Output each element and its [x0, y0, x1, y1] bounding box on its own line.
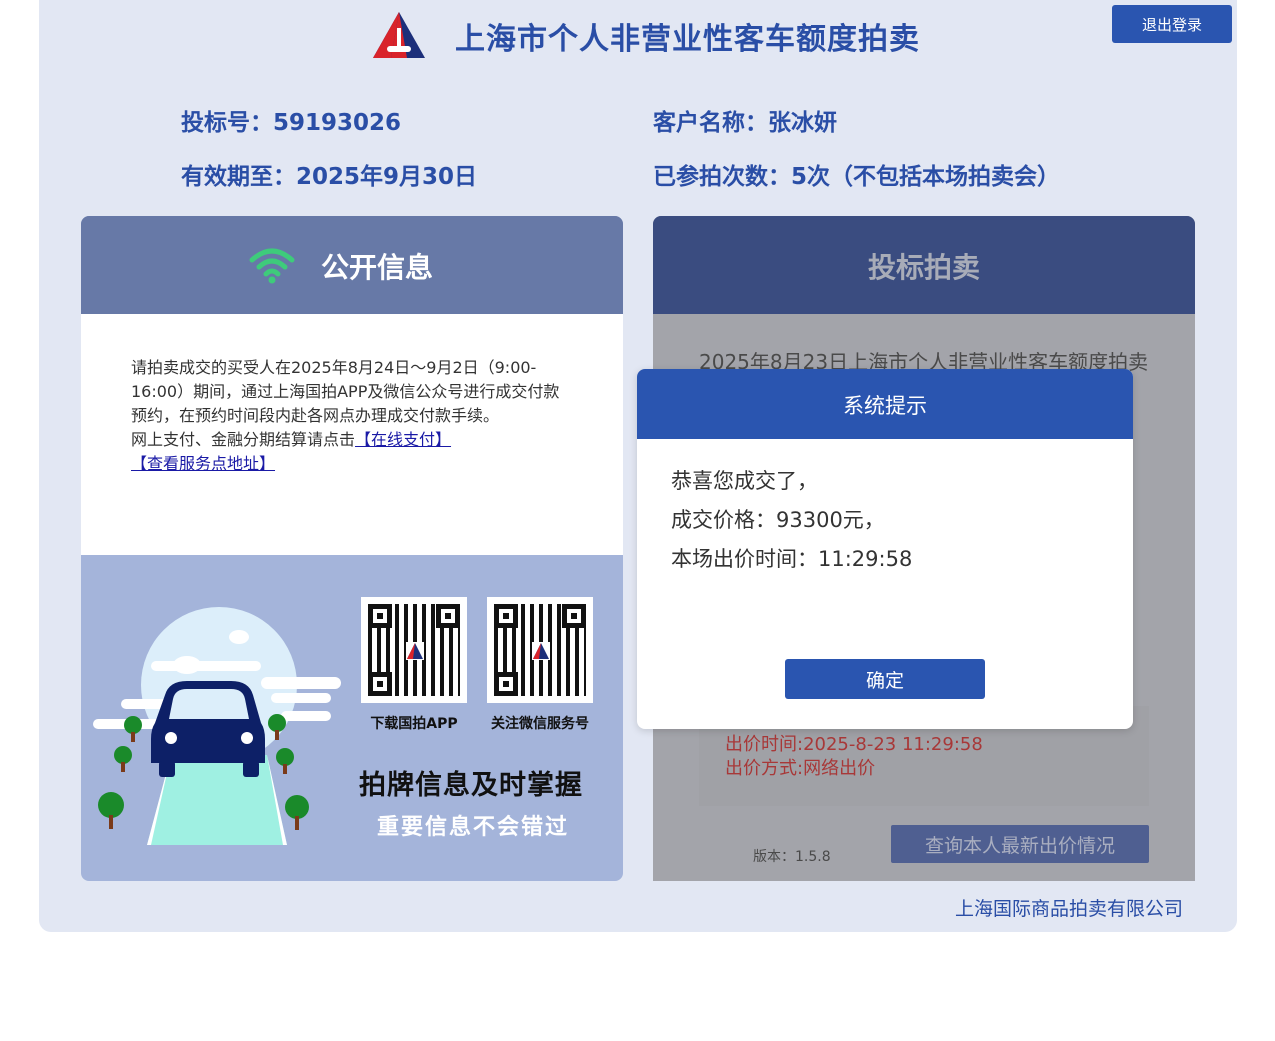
qr-code-icon [494, 604, 586, 696]
notice-text: 请拍卖成交的买受人在2025年8月24日～9月2日（9:00-16:00）期间，… [131, 356, 571, 476]
valid-until-info: 有效期至：2025年9月30日 [181, 157, 477, 191]
logout-button[interactable]: 退出登录 [1112, 5, 1232, 43]
promo-headline: 拍牌信息及时掌握 [359, 770, 583, 801]
public-info-title: 公开信息 [321, 251, 434, 284]
company-name: 上海国际商品拍卖有限公司 [955, 898, 1184, 920]
dialog-title: 系统提示 [843, 394, 927, 418]
page-title: 上海市个人非营业性客车额度拍卖 [455, 22, 920, 57]
bid-time: 出价时间:2025-8-23 11:29:58 [725, 734, 983, 755]
valid-until-value: 2025年9月30日 [296, 164, 478, 190]
online-pay-link[interactable]: 【在线支付】 [355, 430, 451, 449]
app-download-qr[interactable] [361, 597, 467, 703]
bidding-title: 投标拍卖 [867, 251, 980, 284]
customer-label: 客户名称： [653, 110, 768, 136]
public-info-header: 公开信息 [81, 216, 623, 314]
notice-paragraph: 请拍卖成交的买受人在2025年8月24日～9月2日（9:00-16:00）期间，… [131, 358, 560, 425]
confirm-button[interactable]: 确定 [785, 659, 985, 699]
dialog-message-congrats: 恭喜您成交了， [671, 469, 818, 493]
promo-subline: 重要信息不会错过 [377, 815, 570, 840]
participations-label: 已参拍次数： [653, 164, 791, 190]
customer-info: 客户名称：张冰妍 [653, 103, 837, 137]
payment-prefix: 网上支付、金融分期结算请点击 [131, 430, 356, 449]
bid-method: 出价方式:网络出价 [725, 758, 876, 779]
dialog-message-price: 成交价格：93300元， [671, 508, 885, 532]
wechat-qr[interactable] [487, 597, 593, 703]
dialog-header: 系统提示 [637, 369, 1133, 439]
bidding-header: 投标拍卖 [653, 216, 1195, 314]
bid-number-info: 投标号：59193026 [181, 103, 401, 137]
participations-value: 5次（不包括本场拍卖会） [791, 164, 1061, 190]
public-info-body: 请拍卖成交的买受人在2025年8月24日～9月2日（9:00-16:00）期间，… [81, 314, 623, 555]
public-info-panel: 公开信息 请拍卖成交的买受人在2025年8月24日～9月2日（9:00-16:0… [81, 216, 623, 881]
car-illustration [93, 607, 341, 845]
wifi-icon [249, 248, 295, 284]
participations-info: 已参拍次数：5次（不包括本场拍卖会） [653, 157, 1060, 191]
valid-until-label: 有效期至： [181, 164, 296, 190]
version-text: 版本：1.5.8 [753, 849, 831, 865]
bid-number-value: 59193026 [273, 110, 402, 136]
query-bid-button[interactable]: 查询本人最新出价情况 [891, 825, 1149, 863]
qr-wechat-label: 关注微信服务号 [491, 716, 589, 732]
app-promo-banner: 下载国拍APP 关注微信服务号 拍牌信息及时掌握 重要信息不会错过 [81, 555, 623, 881]
customer-name: 张冰妍 [768, 110, 837, 136]
qr-app-label: 下载国拍APP [370, 716, 458, 732]
auction-logo-icon [373, 12, 425, 58]
system-alert-dialog: 系统提示 恭喜您成交了， 成交价格：93300元， 本场出价时间：11:29:5… [637, 369, 1133, 729]
qr-code-icon [368, 604, 460, 696]
bid-number-label: 投标号： [181, 110, 273, 136]
header: 上海市个人非营业性客车额度拍卖 退出登录 [39, 0, 1237, 80]
dialog-message-time: 本场出价时间：11:29:58 [671, 547, 913, 571]
service-location-link[interactable]: 【查看服务点地址】 [131, 454, 275, 473]
